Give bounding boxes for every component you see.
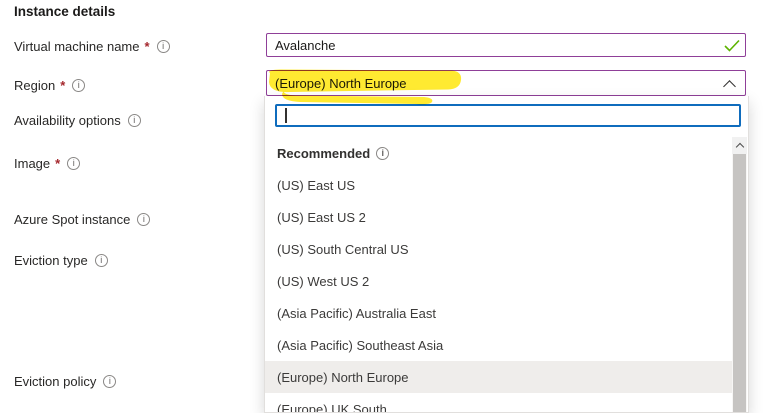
region-option[interactable]: (US) East US: [265, 169, 732, 201]
region-dropdown-panel: Recommended (US) East US (US) East US 2 …: [264, 96, 749, 413]
label-text: Eviction policy: [14, 374, 96, 389]
info-icon[interactable]: [103, 375, 116, 388]
field-label-image: Image *: [14, 155, 80, 171]
region-option-list: Recommended (US) East US (US) East US 2 …: [265, 137, 732, 412]
label-text: Virtual machine name: [14, 39, 140, 54]
region-option[interactable]: (Asia Pacific) Australia East: [265, 297, 732, 329]
required-asterisk: *: [55, 156, 60, 171]
region-combobox[interactable]: (Europe) North Europe: [266, 70, 746, 96]
region-search-input[interactable]: [275, 104, 741, 127]
virtual-machine-name-input[interactable]: [266, 33, 746, 57]
info-icon[interactable]: [95, 254, 108, 267]
label-text: Image: [14, 156, 50, 171]
info-icon[interactable]: [67, 157, 80, 170]
info-icon[interactable]: [376, 147, 389, 160]
field-label-azure-spot-instance: Azure Spot instance: [14, 211, 150, 227]
group-header-text: Recommended: [277, 146, 370, 161]
region-option[interactable]: (US) West US 2: [265, 265, 732, 297]
field-label-availability-options: Availability options: [14, 112, 141, 128]
region-option[interactable]: (Europe) North Europe: [265, 361, 732, 393]
scrollbar-thumb[interactable]: [733, 154, 746, 412]
checkmark-icon: [724, 39, 740, 52]
info-icon[interactable]: [157, 40, 170, 53]
field-label-eviction-policy: Eviction policy: [14, 373, 116, 389]
section-title: Instance details: [14, 4, 115, 19]
region-option[interactable]: (Asia Pacific) Southeast Asia: [265, 329, 732, 361]
field-label-virtual-machine-name: Virtual machine name *: [14, 38, 170, 54]
info-icon[interactable]: [128, 114, 141, 127]
field-label-eviction-type: Eviction type: [14, 252, 108, 268]
region-option[interactable]: (US) East US 2: [265, 201, 732, 233]
required-asterisk: *: [145, 39, 150, 54]
required-asterisk: *: [60, 78, 65, 93]
label-text: Eviction type: [14, 253, 88, 268]
label-text: Region: [14, 78, 55, 93]
scroll-up-arrow-icon: [735, 143, 743, 151]
dropdown-scrollbar[interactable]: [732, 137, 747, 412]
scroll-up-button[interactable]: [732, 137, 747, 154]
text-cursor: [285, 108, 287, 123]
chevron-up-icon[interactable]: [723, 80, 736, 93]
option-group-header: Recommended: [265, 137, 732, 169]
region-selected-value: (Europe) North Europe: [275, 76, 407, 91]
region-option[interactable]: (US) South Central US: [265, 233, 732, 265]
region-option[interactable]: (Europe) UK South: [265, 393, 732, 412]
info-icon[interactable]: [72, 79, 85, 92]
label-text: Availability options: [14, 113, 121, 128]
field-label-region: Region *: [14, 77, 85, 93]
label-text: Azure Spot instance: [14, 212, 130, 227]
info-icon[interactable]: [137, 213, 150, 226]
